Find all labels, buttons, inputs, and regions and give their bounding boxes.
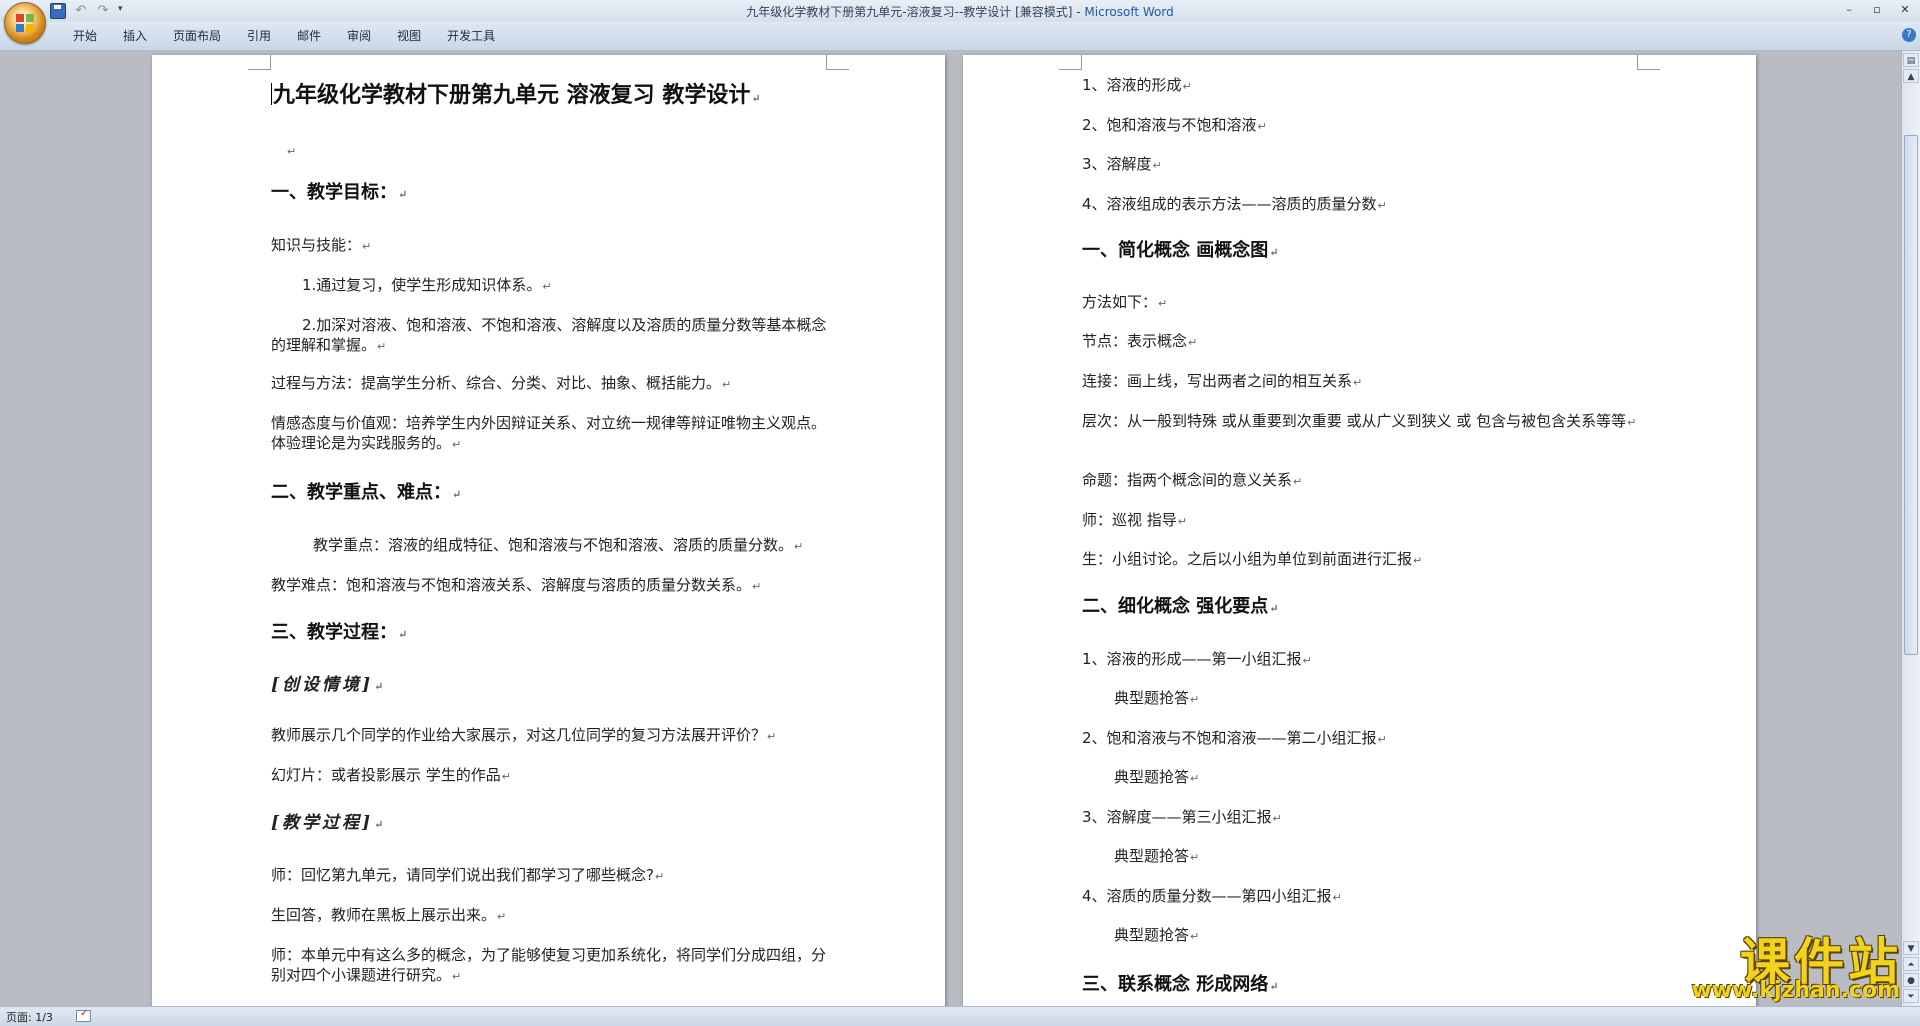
paragraph-student-answer[interactable]: 生回答，教师在黑板上展示出来。↵	[271, 905, 506, 927]
list-item[interactable]: 3、溶解度——第三小组汇报↵	[1082, 807, 1282, 829]
help-icon[interactable]: ?	[1902, 28, 1916, 42]
paragraph-method[interactable]: 方法如下：↵	[1082, 292, 1167, 314]
quick-access-toolbar: ↶ ↷ ▾	[50, 2, 126, 20]
office-logo-icon	[16, 14, 34, 32]
page-number-indicator[interactable]: 页面: 1/3	[6, 1009, 53, 1025]
document-title: 九年级化学教材下册第九单元-溶液复习--教学设计 [兼容模式] -	[746, 5, 1085, 19]
redo-icon[interactable]: ↷	[96, 4, 110, 18]
page-left[interactable]: 九年级化学教材下册第九单元 溶液复习 教学设计↵ ↵ 一、教学目标：↵ 知识与技…	[152, 55, 945, 1006]
heading-simplify[interactable]: 一、简化概念 画概念图↵	[1082, 241, 1278, 263]
save-icon[interactable]	[50, 3, 66, 19]
list-item[interactable]: 典型题抢答↵	[1114, 925, 1199, 947]
label-scene[interactable]: [创设情境]↵	[271, 675, 386, 697]
tab-references[interactable]: 引用	[234, 22, 284, 50]
proofing-icon[interactable]	[76, 1008, 91, 1022]
watermark-url: www.kjzhan.com	[1691, 978, 1900, 1003]
close-button[interactable]: ✕	[1894, 2, 1916, 18]
heading-process[interactable]: 三、教学过程：↵	[271, 623, 407, 645]
list-item[interactable]: 典型题抢答↵	[1114, 688, 1199, 710]
paragraph-process-method[interactable]: 过程与方法：提高学生分析、综合、分类、对比、抽象、概括能力。↵	[271, 373, 731, 395]
paragraph-student-discuss[interactable]: 生：小组讨论。之后以小组为单位到前面进行汇报↵	[1082, 549, 1422, 571]
paragraph-slides[interactable]: 幻灯片：或者投影展示 学生的作品↵	[271, 765, 511, 787]
list-item[interactable]: 3、溶解度↵	[1082, 154, 1162, 176]
list-item[interactable]: 4、溶液组成的表示方法——溶质的质量分数↵	[1082, 194, 1387, 216]
heading-key-points[interactable]: 二、教学重点、难点：↵	[271, 483, 461, 505]
paragraph-teacher-show[interactable]: 教师展示几个同学的作业给大家展示，对这几位同学的复习方法展开评价？↵	[271, 725, 776, 747]
tab-developer[interactable]: 开发工具	[434, 22, 508, 50]
paragraph-node[interactable]: 节点：表示概念↵	[1082, 331, 1197, 353]
text-cursor	[271, 83, 272, 105]
empty-paragraph[interactable]: ↵	[286, 140, 296, 162]
tab-mailings[interactable]: 邮件	[284, 22, 334, 50]
label-teach-process[interactable]: [教学过程]↵	[271, 813, 386, 835]
list-item[interactable]: 2、饱和溶液与不饱和溶液——第二小组汇报↵	[1082, 728, 1387, 750]
crop-mark	[248, 55, 271, 70]
tab-insert[interactable]: 插入	[110, 22, 160, 50]
list-item[interactable]: 1、溶液的形成——第一小组汇报↵	[1082, 649, 1312, 671]
list-item[interactable]: 1、溶液的形成↵	[1082, 75, 1192, 97]
ribbon-tabs: 开始 插入 页面布局 引用 邮件 审阅 视图 开发工具	[60, 22, 508, 50]
paragraph-key-point[interactable]: 教学重点：溶液的组成特征、饱和溶液与不饱和溶液、溶质的质量分数。↵	[313, 535, 803, 557]
paragraph-knowledge[interactable]: 知识与技能：↵	[271, 235, 371, 257]
scroll-up-icon[interactable]: ▲	[1903, 69, 1919, 83]
paragraph-level[interactable]: 层次：从一般到特殊 或从重要到次重要 或从广义到狭义 或 包含与被包含关系等等↵	[1082, 411, 1642, 433]
document-title-heading[interactable]: 九年级化学教材下册第九单元 溶液复习 教学设计↵	[271, 83, 761, 109]
vertical-scrollbar[interactable]: ▤ ▲ ▼ ⏶ ● ⏷	[1901, 51, 1920, 1006]
tab-page-layout[interactable]: 页面布局	[160, 22, 234, 50]
paragraph-teacher-recall[interactable]: 师：回忆第九单元，请同学们说出我们都学习了哪些概念?↵	[271, 865, 664, 887]
paragraph-k2[interactable]: 2.加深对溶液、饱和溶液、不饱和溶液、溶解度以及溶质的质量分数等基本概念的理解和…	[271, 315, 831, 357]
paragraph-teacher-guide[interactable]: 师：巡视 指导↵	[1082, 510, 1187, 532]
list-item[interactable]: 4、溶质的质量分数——第四小组汇报↵	[1082, 886, 1342, 908]
crop-mark	[826, 55, 849, 70]
document-workspace[interactable]: 九年级化学教材下册第九单元 溶液复习 教学设计↵ ↵ 一、教学目标：↵ 知识与技…	[0, 51, 1902, 1006]
title-bar: ↶ ↷ ▾ 九年级化学教材下册第九单元-溶液复习--教学设计 [兼容模式] - …	[0, 0, 1920, 22]
window-controls: – ▫ ✕	[1838, 2, 1916, 18]
heading-refine[interactable]: 二、细化概念 强化要点↵	[1082, 597, 1278, 619]
customize-toolbar-icon[interactable]: ▾	[118, 4, 126, 18]
page-right[interactable]: 1、溶液的形成↵ 2、饱和溶液与不饱和溶液↵ 3、溶解度↵ 4、溶液组成的表示方…	[963, 55, 1756, 1006]
list-item[interactable]: 2、饱和溶液与不饱和溶液↵	[1082, 115, 1267, 137]
tab-home[interactable]: 开始	[60, 22, 110, 50]
paragraph-k1[interactable]: 1.通过复习，使学生形成知识体系。↵	[302, 275, 552, 297]
maximize-button[interactable]: ▫	[1866, 2, 1888, 18]
paragraph-emotion[interactable]: 情感态度与价值观：培养学生内外因辩证关系、对立统一规律等辩证唯物主义观点。体验理…	[271, 413, 831, 455]
watermark-logo: 课件站 www.kjzhan.com	[1660, 922, 1910, 1006]
paragraph-proposition[interactable]: 命题：指两个概念间的意义关系↵	[1082, 470, 1302, 492]
scrollbar-thumb[interactable]	[1904, 135, 1918, 655]
list-item[interactable]: 典型题抢答↵	[1114, 846, 1199, 868]
tab-view[interactable]: 视图	[384, 22, 434, 50]
paragraph-teacher-group[interactable]: 师：本单元中有这么多的概念，为了能够使复习更加系统化，将同学们分成四组，分别对四…	[271, 945, 831, 987]
minimize-button[interactable]: –	[1838, 2, 1860, 18]
crop-mark	[1637, 55, 1660, 70]
status-bar: 页面: 1/3	[0, 1006, 1920, 1026]
office-button[interactable]	[4, 2, 46, 44]
paragraph-difficulty[interactable]: 教学难点：饱和溶液与不饱和溶液关系、溶解度与溶质的质量分数关系。↵	[271, 575, 761, 597]
ruler-toggle-icon[interactable]: ▤	[1903, 53, 1919, 67]
crop-mark	[1059, 55, 1082, 70]
paragraph-link[interactable]: 连接：画上线，写出两者之间的相互关系↵	[1082, 371, 1362, 393]
tab-review[interactable]: 审阅	[334, 22, 384, 50]
heading-connect[interactable]: 三、联系概念 形成网络↵	[1082, 975, 1278, 997]
list-item[interactable]: 典型题抢答↵	[1114, 767, 1199, 789]
app-name: Microsoft Word	[1084, 5, 1174, 19]
undo-icon[interactable]: ↶	[74, 4, 88, 18]
window-title: 九年级化学教材下册第九单元-溶液复习--教学设计 [兼容模式] - Micros…	[0, 3, 1920, 20]
heading-goals[interactable]: 一、教学目标：↵	[271, 183, 407, 205]
ribbon: 开始 插入 页面布局 引用 邮件 审阅 视图 开发工具 ?	[0, 22, 1920, 51]
